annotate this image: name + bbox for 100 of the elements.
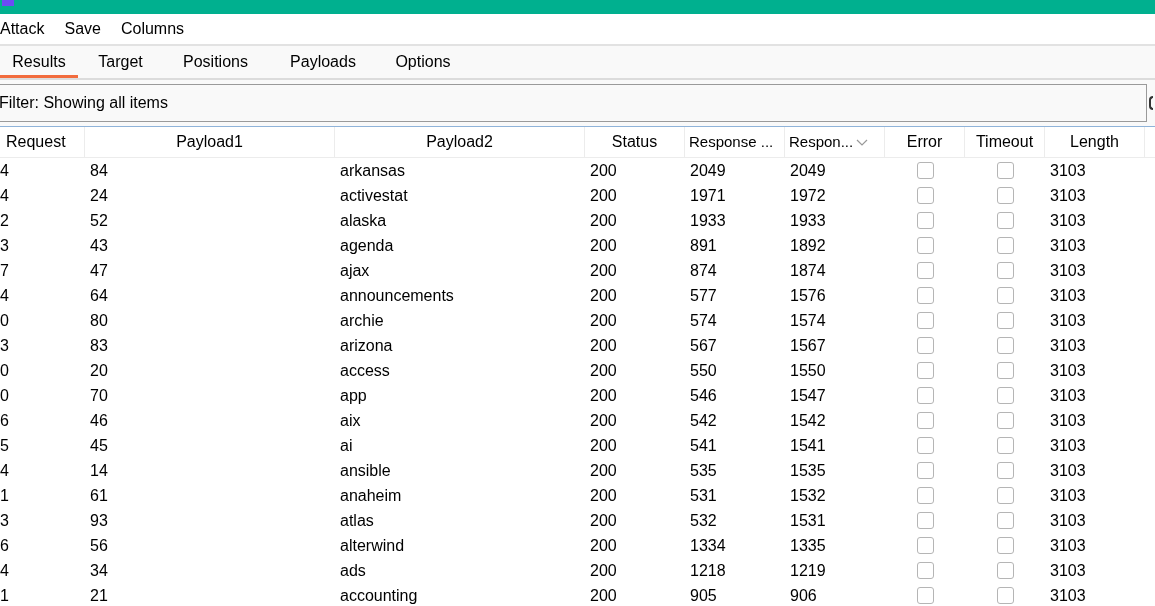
table-cell-text: alaska <box>340 210 387 231</box>
table-cell-text: 574 <box>690 310 717 331</box>
checkbox[interactable] <box>996 337 1014 354</box>
checkbox[interactable] <box>996 562 1014 579</box>
table-cell-text: 1547 <box>790 385 826 406</box>
table-cell-text: 1550 <box>790 360 826 381</box>
checkbox[interactable] <box>916 587 934 604</box>
tab[interactable]: Target <box>78 46 163 78</box>
tab[interactable]: Options <box>378 46 468 78</box>
table-cell-text: 3103 <box>1050 585 1086 606</box>
table-cell-text: 200 <box>590 585 617 606</box>
table-cell-text: 43 <box>90 235 108 256</box>
checkbox[interactable] <box>916 412 934 429</box>
table-cell-text: 47 <box>90 260 108 281</box>
table-cell-text: 2049 <box>790 160 826 181</box>
table-cell-text: archie <box>340 310 384 331</box>
column-header[interactable]: Timeout <box>965 127 1045 157</box>
checkbox[interactable] <box>916 187 934 204</box>
table-cell-text: 200 <box>590 160 617 181</box>
table-cell-text: 56 <box>90 535 108 556</box>
checkbox[interactable] <box>996 162 1014 179</box>
table-cell-text: 34 <box>90 560 108 581</box>
checkbox[interactable] <box>916 562 934 579</box>
checkbox[interactable] <box>996 262 1014 279</box>
table-cell-text: arkansas <box>340 160 405 181</box>
table-cell-text: 6 <box>0 410 9 431</box>
table-cell-text: 1567 <box>790 335 826 356</box>
table-cell-text: 200 <box>590 410 617 431</box>
checkbox[interactable] <box>916 212 934 229</box>
checkbox[interactable] <box>916 337 934 354</box>
table-cell-text: 4 <box>0 185 9 206</box>
table-cell-text: 21 <box>90 585 108 606</box>
column-header[interactable]: Error <box>885 127 965 157</box>
checkbox[interactable] <box>916 312 934 329</box>
table-cell-text: agenda <box>340 235 394 256</box>
column-header[interactable]: Response ... <box>685 127 785 157</box>
tab[interactable]: Positions <box>163 46 268 78</box>
table-cell-text: 1933 <box>790 210 826 231</box>
checkbox[interactable] <box>916 362 934 379</box>
menu-item[interactable]: Columns <box>120 17 185 41</box>
table-cell-text: 4 <box>0 460 9 481</box>
table-cell-text: app <box>340 385 367 406</box>
table-cell-text: 200 <box>590 260 617 281</box>
table-cell-text: 200 <box>590 310 617 331</box>
table-cell-text: arizona <box>340 335 393 356</box>
table-cell-text: 3103 <box>1050 235 1086 256</box>
table-cell-text: 1219 <box>790 560 826 581</box>
table-cell-text: 5 <box>0 435 9 456</box>
checkbox[interactable] <box>996 187 1014 204</box>
checkbox[interactable] <box>996 212 1014 229</box>
table-cell-text: accounting <box>340 585 418 606</box>
checkbox[interactable] <box>996 312 1014 329</box>
checkbox[interactable] <box>916 537 934 554</box>
table-cell-text: 535 <box>690 460 717 481</box>
checkbox[interactable] <box>996 237 1014 254</box>
checkbox[interactable] <box>916 262 934 279</box>
checkbox[interactable] <box>996 437 1014 454</box>
table-cell-text: 1334 <box>690 535 726 556</box>
tab[interactable]: Payloads <box>268 46 378 78</box>
sort-down-icon <box>856 138 869 146</box>
checkbox[interactable] <box>916 287 934 304</box>
checkbox[interactable] <box>916 387 934 404</box>
column-header[interactable]: Request <box>0 127 85 157</box>
table-cell-text: 70 <box>90 385 108 406</box>
checkbox[interactable] <box>996 587 1014 604</box>
checkbox[interactable] <box>996 512 1014 529</box>
menu-item[interactable]: Attack <box>0 17 45 41</box>
checkbox[interactable] <box>916 512 934 529</box>
checkbox[interactable] <box>996 462 1014 479</box>
column-header[interactable]: Payload2 <box>335 127 585 157</box>
checkbox[interactable] <box>996 537 1014 554</box>
menu-item[interactable]: Save <box>64 17 101 41</box>
table-cell-text: ajax <box>340 260 370 281</box>
table-cell-text: 84 <box>90 160 108 181</box>
checkbox[interactable] <box>996 287 1014 304</box>
table-cell-text: 1971 <box>690 185 726 206</box>
table-cell-text: 1541 <box>790 435 826 456</box>
checkbox[interactable] <box>916 462 934 479</box>
column-header[interactable]: Status <box>585 127 685 157</box>
checkbox[interactable] <box>996 487 1014 504</box>
table-cell-text: 20 <box>90 360 108 381</box>
table-cell-text: activestat <box>340 185 408 206</box>
table-cell-text: 4 <box>0 560 9 581</box>
column-header[interactable]: Length <box>1045 127 1145 157</box>
table-cell-text: 567 <box>690 335 717 356</box>
table-cell-text: anaheim <box>340 485 402 506</box>
checkbox[interactable] <box>916 237 934 254</box>
table-cell-text: 3103 <box>1050 485 1086 506</box>
checkbox[interactable] <box>996 387 1014 404</box>
table-cell-text: 200 <box>590 460 617 481</box>
checkbox[interactable] <box>996 362 1014 379</box>
table-cell-text: 3103 <box>1050 335 1086 356</box>
checkbox[interactable] <box>996 412 1014 429</box>
checkbox[interactable] <box>916 162 934 179</box>
checkbox[interactable] <box>916 487 934 504</box>
checkbox[interactable] <box>916 437 934 454</box>
column-header[interactable]: Respon... <box>785 127 885 157</box>
column-header[interactable]: Payload1 <box>85 127 335 157</box>
table-cell-text: 80 <box>90 310 108 331</box>
filter-field[interactable]: Filter: Showing all items <box>0 84 1147 122</box>
